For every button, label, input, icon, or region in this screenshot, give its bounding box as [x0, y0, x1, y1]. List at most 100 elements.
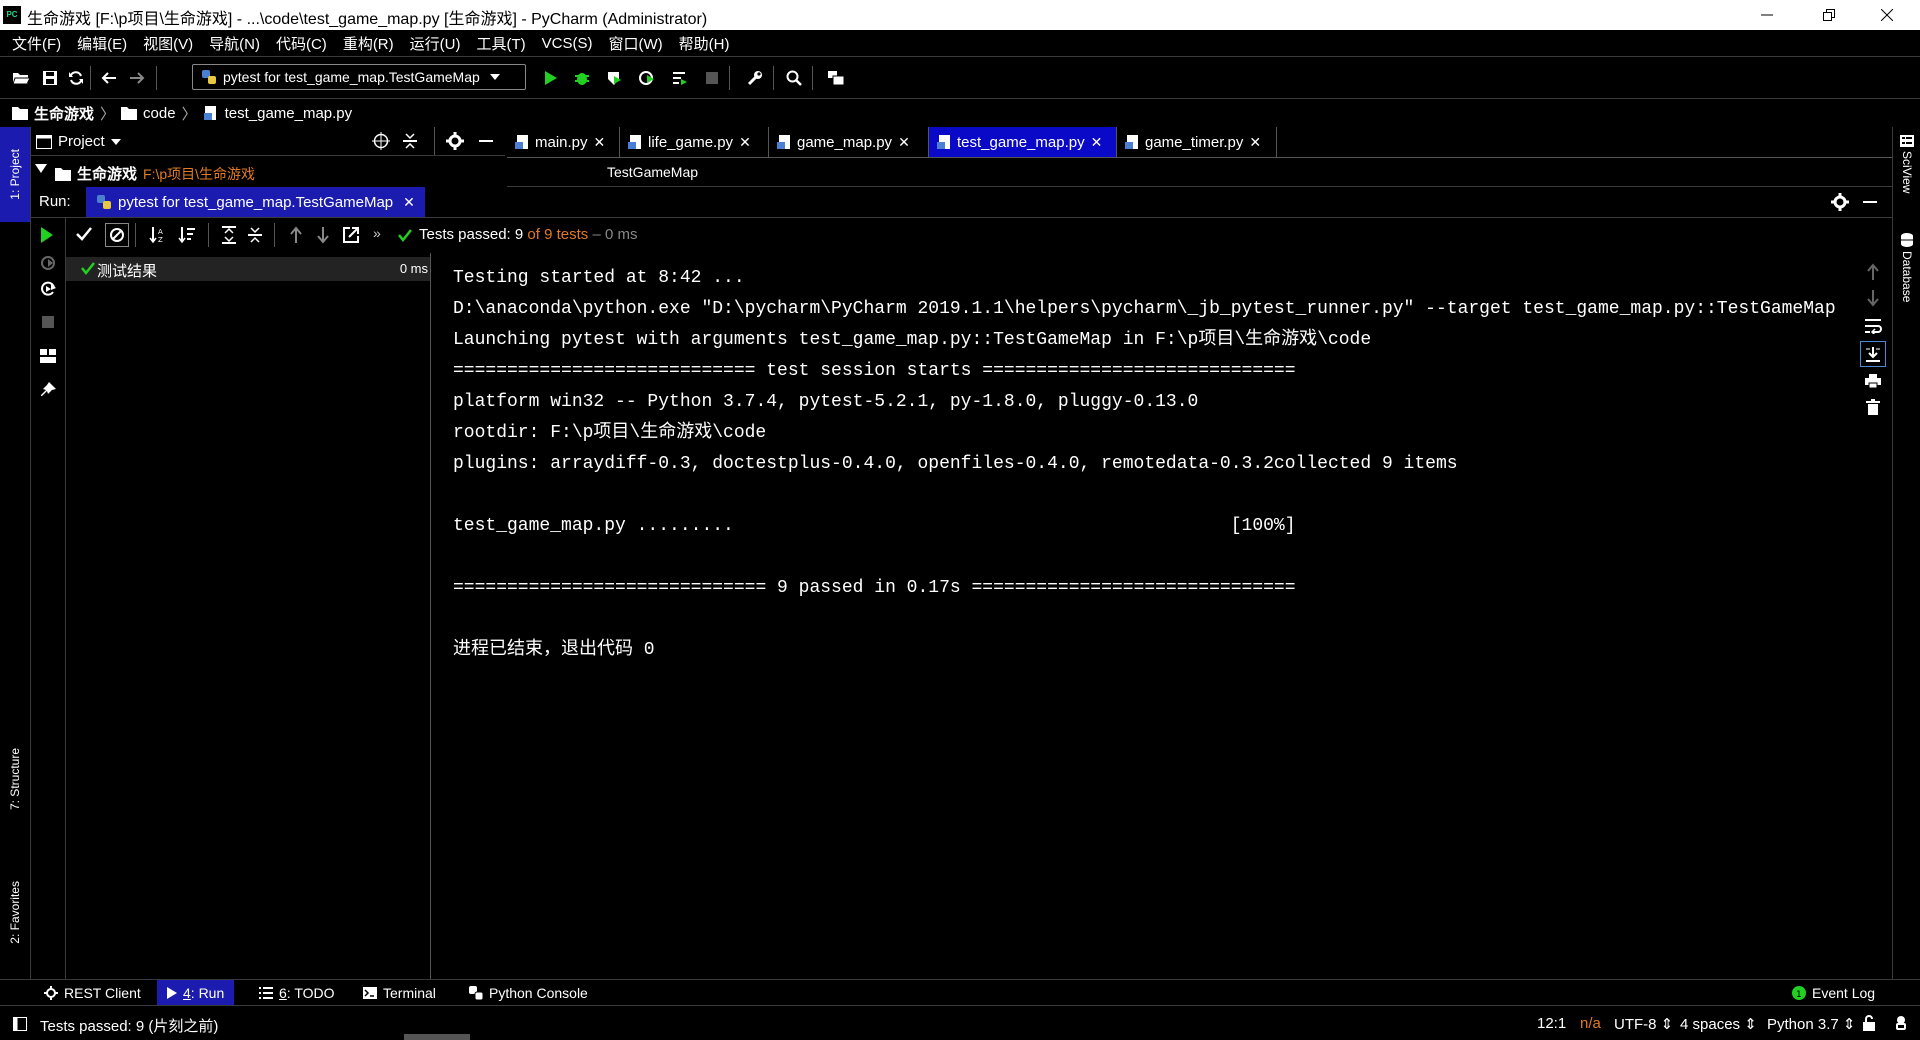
tool-tab-terminal[interactable]: Terminal — [353, 980, 446, 1006]
event-log-button[interactable]: 1 Event Log — [1782, 980, 1885, 1006]
tool-tab-rest-client[interactable]: REST Client — [34, 980, 151, 1006]
stop-button[interactable] — [700, 66, 724, 90]
menu-vcs[interactable]: VCS(S) — [534, 35, 601, 52]
menu-refactor[interactable]: 重构(R) — [335, 33, 402, 54]
scroll-up-button[interactable] — [1866, 263, 1880, 281]
tool-tab-database[interactable]: Database — [1893, 233, 1920, 302]
show-ignored-toggle[interactable] — [105, 223, 129, 247]
project-view-selector[interactable]: Project — [36, 133, 121, 150]
minimize-button[interactable] — [1744, 0, 1790, 30]
close-window-button[interactable] — [1864, 0, 1910, 30]
editor-tab-game-map[interactable]: game_map.py ✕ — [769, 127, 929, 157]
breadcrumb-project[interactable]: 生命游戏 — [34, 103, 94, 124]
inspector-button[interactable] — [1893, 1015, 1909, 1031]
more-actions-icon[interactable]: » — [373, 225, 381, 241]
console-output[interactable]: Testing started at 8:42 ... D:\anaconda\… — [431, 253, 1855, 979]
toggle-tool-windows-button[interactable] — [13, 1017, 27, 1031]
read-only-toggle[interactable] — [1862, 1015, 1876, 1031]
hide-run-panel-button[interactable] — [1861, 193, 1879, 211]
export-results-button[interactable] — [342, 226, 360, 244]
close-icon[interactable]: ✕ — [594, 134, 606, 151]
sort-by-duration-button[interactable] — [178, 226, 196, 244]
file-encoding[interactable]: UTF-8 ⇕ — [1614, 1015, 1673, 1033]
settings-button[interactable] — [743, 66, 767, 90]
status-message[interactable]: Tests passed: 9 (片刻之前) — [40, 1015, 218, 1036]
bottom-tool-tabs: REST Client 4: Run 6: TODO Terminal Pyth… — [0, 979, 1920, 1006]
show-passed-button[interactable] — [75, 226, 93, 242]
rerun-button[interactable] — [40, 226, 54, 244]
restore-layout-button[interactable] — [40, 349, 56, 363]
restore-button[interactable] — [1806, 0, 1852, 30]
breadcrumb-file[interactable]: test_game_map.py — [225, 105, 353, 122]
tool-tab-favorites[interactable]: 2: Favorites — [0, 862, 30, 962]
menu-file[interactable]: 文件(F) — [4, 33, 69, 54]
scroll-down-button[interactable] — [1866, 289, 1880, 307]
next-failed-test-button[interactable] — [316, 226, 330, 244]
editor-tab-test-game-map[interactable]: test_game_map.py ✕ — [929, 127, 1117, 157]
tool-tab-structure[interactable]: 7: Structure — [0, 732, 30, 827]
run-with-coverage-button[interactable] — [602, 66, 626, 90]
close-icon[interactable]: ✕ — [739, 134, 751, 151]
close-icon[interactable]: ✕ — [898, 134, 910, 151]
editor-tab-main[interactable]: main.py ✕ — [507, 127, 620, 157]
project-settings-button[interactable] — [446, 132, 464, 150]
tool-tab-project[interactable]: 1: Project — [0, 127, 30, 222]
close-icon[interactable]: ✕ — [403, 194, 415, 211]
caret-position[interactable]: 12:1 — [1537, 1015, 1566, 1032]
tool-tab-todo[interactable]: 6: TODO — [249, 980, 345, 1006]
run-button[interactable] — [539, 66, 563, 90]
menu-edit[interactable]: 编辑(E) — [69, 33, 135, 54]
stop-test-button[interactable] — [42, 316, 54, 328]
previous-failed-test-button[interactable] — [289, 226, 303, 244]
menu-view[interactable]: 视图(V) — [135, 33, 201, 54]
toggle-auto-test-button[interactable] — [39, 280, 57, 298]
search-everywhere-button[interactable] — [782, 66, 806, 90]
menu-code[interactable]: 代码(C) — [268, 33, 335, 54]
line-separator-indicator[interactable]: n/a — [1580, 1015, 1601, 1032]
menu-window[interactable]: 窗口(W) — [600, 33, 670, 54]
sort-alphabetically-button[interactable]: AZ — [149, 226, 167, 244]
breadcrumb-separator-icon: 〉 — [100, 105, 116, 123]
run-tab[interactable]: pytest for test_game_map.TestGameMap ✕ — [86, 187, 425, 217]
run-configuration-select[interactable]: pytest for test_game_map.TestGameMap — [192, 64, 526, 90]
menu-tools[interactable]: 工具(T) — [468, 33, 533, 54]
tool-tab-python-console[interactable]: Python Console — [459, 980, 598, 1006]
presentation-mode-button[interactable] — [824, 66, 848, 90]
collapse-all-button[interactable] — [401, 132, 419, 150]
class-crumb[interactable]: TestGameMap — [607, 164, 698, 180]
back-button[interactable] — [97, 66, 121, 90]
rerun-failed-button[interactable] — [39, 254, 57, 272]
open-folder-button[interactable] — [9, 66, 33, 90]
tool-tab-run[interactable]: 4: Run — [157, 980, 235, 1006]
forward-button[interactable] — [125, 66, 149, 90]
save-all-button[interactable] — [38, 66, 62, 90]
breadcrumb-folder[interactable]: code — [143, 105, 176, 122]
close-icon[interactable]: ✕ — [1091, 134, 1103, 151]
menu-navigate[interactable]: 导航(N) — [201, 33, 268, 54]
profile-button[interactable] — [635, 66, 659, 90]
pin-tab-button[interactable] — [40, 382, 56, 398]
clear-all-button[interactable] — [1866, 399, 1880, 415]
scroll-to-end-toggle[interactable] — [1860, 341, 1886, 367]
menu-run[interactable]: 运行(U) — [402, 33, 469, 54]
editor-tab-life-game[interactable]: life_game.py ✕ — [620, 127, 769, 157]
menu-help[interactable]: 帮助(H) — [671, 33, 738, 54]
editor-tab-game-timer[interactable]: game_timer.py ✕ — [1117, 127, 1277, 157]
print-button[interactable] — [1865, 373, 1881, 389]
hide-panel-button[interactable] — [477, 132, 495, 150]
debug-button[interactable] — [570, 66, 594, 90]
tool-windows-icon — [13, 1017, 27, 1031]
indent-setting[interactable]: 4 spaces ⇕ — [1680, 1015, 1757, 1033]
sync-button[interactable] — [64, 66, 88, 90]
collapse-all-tests-button[interactable] — [246, 226, 264, 244]
close-icon[interactable]: ✕ — [1249, 134, 1261, 151]
tool-tab-sciview[interactable]: SciView — [1893, 135, 1920, 193]
run-settings-button[interactable] — [1831, 193, 1849, 211]
expand-all-button[interactable] — [220, 226, 238, 244]
project-tree-root[interactable]: 生命游戏 F:\p项目\生命游戏 — [31, 156, 505, 186]
soft-wrap-button[interactable] — [1864, 318, 1882, 334]
test-tree-row[interactable]: 测试结果 0 ms — [66, 257, 430, 281]
locate-file-button[interactable] — [372, 132, 390, 150]
concurrency-diagram-button[interactable] — [668, 66, 692, 90]
python-interpreter[interactable]: Python 3.7 ⇕ — [1767, 1015, 1855, 1033]
